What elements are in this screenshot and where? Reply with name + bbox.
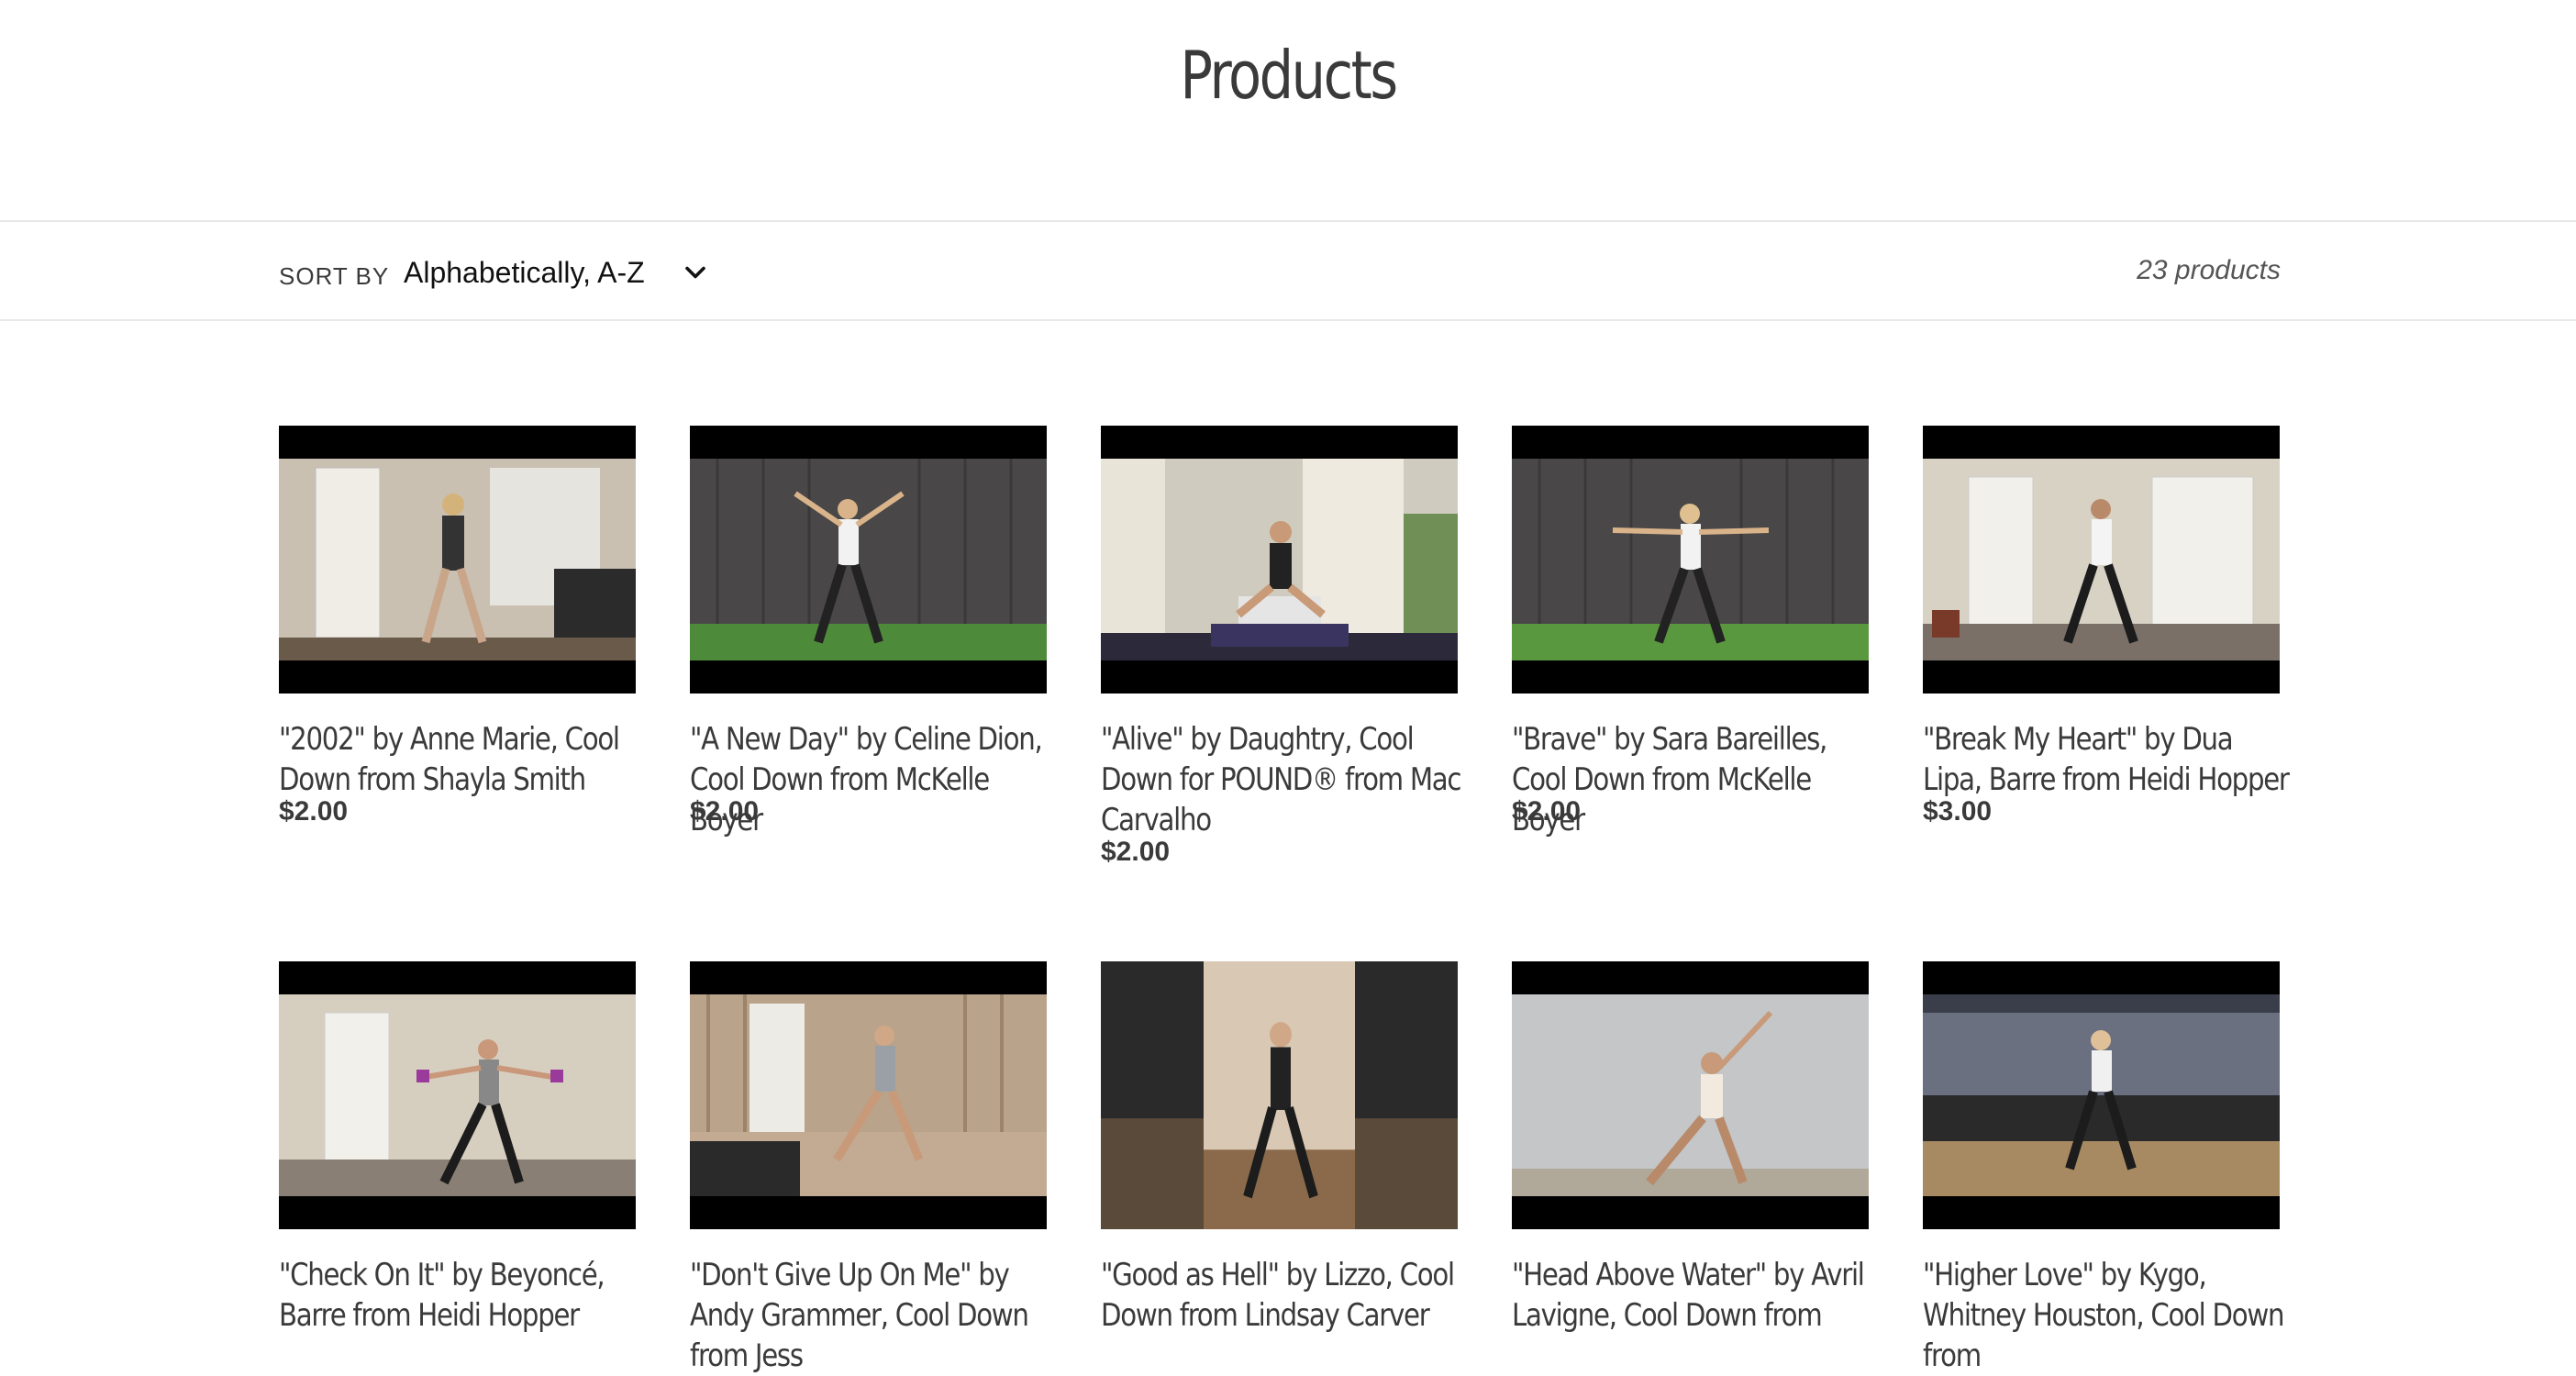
product-title[interactable]: "Don't Give Up On Me" by Andy Grammer, C…	[690, 1255, 1057, 1376]
product-thumbnail[interactable]	[1512, 426, 1869, 694]
sort-select-value: Alphabetically, A-Z	[404, 255, 645, 289]
product-thumbnail[interactable]	[1923, 961, 2280, 1229]
product-title[interactable]: "Check On It" by Beyoncé, Barre from Hei…	[279, 1255, 646, 1336]
product-price: $3.00	[1923, 796, 1993, 827]
chevron-down-icon	[684, 266, 705, 279]
product-title[interactable]: "Alive" by Daughtry, Cool Down for POUND…	[1101, 719, 1468, 840]
product-price: $2.00	[690, 796, 760, 827]
product-thumbnail[interactable]	[1101, 961, 1458, 1229]
sort-select[interactable]: Alphabetically, A-Z	[404, 250, 709, 295]
product-price: $2.00	[279, 796, 349, 827]
sort-by-label: Sort by	[279, 262, 390, 290]
product-title[interactable]: "2002" by Anne Marie, Cool Down from Sha…	[279, 719, 646, 800]
product-thumbnail[interactable]	[1923, 426, 2280, 694]
product-thumbnail[interactable]	[690, 426, 1047, 694]
product-price: $2.00	[1512, 796, 1582, 827]
product-thumbnail[interactable]	[1101, 426, 1458, 694]
product-title[interactable]: "Break My Heart" by Dua Lipa, Barre from…	[1923, 719, 2290, 800]
page-title: Products	[1180, 37, 1398, 114]
product-thumbnail[interactable]	[690, 961, 1047, 1229]
product-thumbnail[interactable]	[279, 961, 636, 1229]
product-price: $2.00	[1101, 837, 1171, 867]
product-thumbnail[interactable]	[279, 426, 636, 694]
product-count: 23 products	[2137, 255, 2281, 285]
product-title[interactable]: "Higher Love" by Kygo, Whitney Houston, …	[1923, 1255, 2290, 1376]
product-title[interactable]: "Good as Hell" by Lizzo, Cool Down from …	[1101, 1255, 1468, 1336]
product-thumbnail[interactable]	[1512, 961, 1869, 1229]
filter-bar: Sort by Alphabetically, A-Z 23 products	[0, 220, 2576, 321]
product-title[interactable]: "Head Above Water" by Avril Lavigne, Coo…	[1512, 1255, 1879, 1336]
